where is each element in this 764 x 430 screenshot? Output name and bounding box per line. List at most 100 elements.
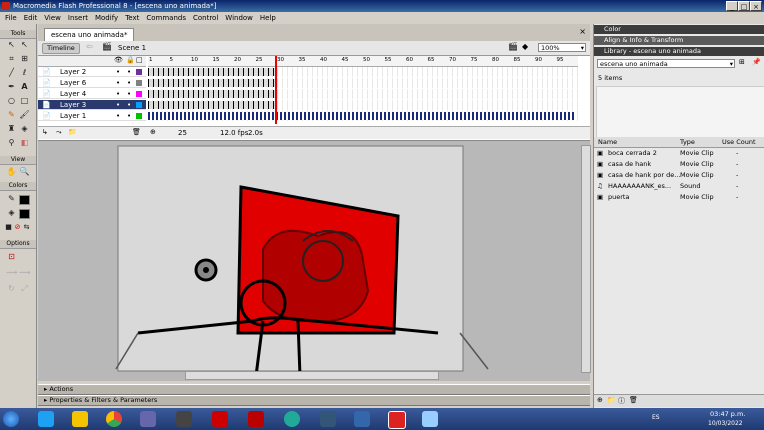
lock-icon[interactable]: 🔒: [126, 56, 135, 64]
oval-tool-icon[interactable]: ○: [6, 96, 17, 106]
library-panel-header[interactable]: Library - escena uno animada: [594, 47, 764, 56]
vertical-scrollbar[interactable]: [581, 145, 591, 373]
swap-colors-icon[interactable]: ⇆: [21, 222, 32, 232]
twitter-icon[interactable]: [38, 411, 54, 427]
menu-insert[interactable]: Insert: [68, 14, 88, 22]
paint-bucket-tool-icon[interactable]: ◈: [19, 124, 30, 134]
properties-panel-bar[interactable]: ▸ Properties & Filters & Parameters: [38, 395, 590, 406]
delete-item-icon[interactable]: 🗑: [629, 396, 638, 404]
frame-rate[interactable]: 12.0 fps: [220, 129, 248, 137]
eyedropper-tool-icon[interactable]: ⚲: [6, 138, 17, 148]
document-tab[interactable]: escena uno animada*: [44, 28, 135, 41]
layer-row[interactable]: 📄 Layer 1 • •: [38, 111, 146, 121]
chrome-icon[interactable]: [106, 411, 122, 427]
layer-frames[interactable]: [148, 78, 578, 88]
lock-dot[interactable]: •: [127, 89, 131, 99]
playhead[interactable]: [275, 56, 277, 124]
app-w-icon[interactable]: [284, 411, 300, 427]
language-indicator[interactable]: ES: [652, 414, 660, 421]
pencil-tool-icon[interactable]: ✎: [6, 110, 17, 120]
layer-frames[interactable]: [148, 111, 578, 121]
fill-transform-tool-icon[interactable]: ⊞: [19, 54, 30, 64]
library-document-select[interactable]: escena uno animada ▾: [597, 59, 735, 68]
frame-ruler[interactable]: 1 5 10 15 20 25 30 35 40 45 50 55 60 65 70 75 80 85 90 95: [148, 56, 578, 67]
snap-to-objects-icon[interactable]: ⊡: [6, 252, 17, 262]
timeline-toggle-button[interactable]: Timeline: [42, 43, 80, 54]
align-panel-header[interactable]: Align & Info & Transform: [594, 36, 764, 45]
zoom-tool-icon[interactable]: 🔍: [19, 167, 30, 177]
visibility-dot[interactable]: •: [116, 78, 120, 88]
col-type[interactable]: Type: [680, 137, 695, 147]
visibility-dot[interactable]: •: [116, 67, 120, 77]
straighten-icon[interactable]: ⟿: [19, 268, 30, 278]
menu-view[interactable]: View: [44, 14, 61, 22]
lock-dot[interactable]: •: [127, 78, 131, 88]
menu-text[interactable]: Text: [125, 14, 139, 22]
edit-symbols-icon[interactable]: ◆: [522, 42, 528, 51]
scale-icon[interactable]: ⤢: [19, 284, 30, 294]
layer-frames[interactable]: [148, 67, 578, 77]
list-item[interactable]: ▣ casa de hank por de... Movie Clip -: [594, 170, 764, 181]
menu-commands[interactable]: Commands: [146, 14, 186, 22]
fill-color-icon[interactable]: ◈: [6, 208, 17, 218]
visibility-dot[interactable]: •: [116, 111, 120, 121]
outline-color-swatch[interactable]: [136, 113, 142, 119]
ink-bottle-tool-icon[interactable]: ♜: [6, 124, 17, 134]
rotate-icon[interactable]: ↻: [6, 284, 17, 294]
layer-row[interactable]: 📄 Layer 6 • •: [38, 78, 146, 88]
menu-window[interactable]: Window: [225, 14, 253, 22]
stroke-color-icon[interactable]: ✎: [6, 194, 17, 204]
subselection-tool-icon[interactable]: ↖: [19, 40, 30, 50]
lock-dot[interactable]: •: [127, 111, 131, 121]
hand-tool-icon[interactable]: ✋: [6, 167, 17, 177]
menu-modify[interactable]: Modify: [95, 14, 118, 22]
minimize-button[interactable]: _: [726, 1, 738, 11]
selection-tool-icon[interactable]: ↖: [6, 40, 17, 50]
smooth-icon[interactable]: ⟿: [6, 268, 17, 278]
rectangle-tool-icon[interactable]: □: [19, 96, 30, 106]
maximize-button[interactable]: □: [738, 1, 750, 11]
insert-layer-icon[interactable]: ↳: [42, 128, 48, 136]
character-shape[interactable]: [262, 229, 370, 323]
actions-panel-bar[interactable]: ▸ Actions: [38, 384, 590, 395]
layer-frames[interactable]: [148, 89, 578, 99]
text-tool-icon[interactable]: A: [19, 82, 30, 92]
file-explorer-icon[interactable]: [72, 411, 88, 427]
paint-icon[interactable]: [140, 411, 156, 427]
director-icon[interactable]: [212, 411, 228, 427]
line-tool-icon[interactable]: ╱: [6, 68, 17, 78]
delete-layer-icon[interactable]: 🗑: [132, 128, 141, 136]
visibility-dot[interactable]: •: [116, 89, 120, 99]
back-arrow-icon[interactable]: ⇦: [86, 42, 93, 51]
lock-dot[interactable]: •: [127, 100, 131, 110]
horizontal-scrollbar[interactable]: [185, 371, 439, 380]
microphone-icon[interactable]: [176, 411, 192, 427]
clock-date[interactable]: 10/03/2022: [708, 420, 743, 427]
new-symbol-icon[interactable]: ⊕: [597, 396, 603, 404]
center-frame-icon[interactable]: ⊕: [150, 128, 156, 136]
fill-color-swatch[interactable]: [19, 209, 30, 219]
new-folder-icon[interactable]: 📁: [607, 396, 616, 404]
list-item[interactable]: ▣ casa de hank Movie Clip -: [594, 159, 764, 170]
menu-help[interactable]: Help: [260, 14, 276, 22]
stage-drawing[interactable]: [38, 141, 590, 381]
stroke-color-swatch[interactable]: [19, 195, 30, 205]
close-doc-icon[interactable]: ×: [579, 27, 586, 36]
outline-color-swatch[interactable]: [136, 69, 142, 75]
properties-icon[interactable]: ⓘ: [618, 396, 625, 406]
color-panel-header[interactable]: Color: [594, 25, 764, 34]
visibility-dot[interactable]: •: [116, 100, 120, 110]
layer-frames[interactable]: [148, 100, 578, 110]
list-item[interactable]: ♫ HAAAAAAANK_es... Sound -: [594, 181, 764, 192]
outline-icon[interactable]: □: [136, 56, 143, 64]
add-motion-guide-icon[interactable]: ⤳: [56, 128, 62, 137]
outline-color-swatch[interactable]: [136, 91, 142, 97]
app-icon[interactable]: [320, 411, 336, 427]
pen-tool-icon[interactable]: ✒: [6, 82, 17, 92]
insert-folder-icon[interactable]: 📁: [68, 128, 77, 136]
brush-tool-icon[interactable]: 🖌: [19, 110, 30, 120]
flash-icon[interactable]: [248, 411, 264, 427]
layer-row[interactable]: 📄 Layer 3 • •: [38, 100, 146, 110]
outline-color-swatch[interactable]: [136, 102, 142, 108]
app-icon[interactable]: [422, 411, 438, 427]
